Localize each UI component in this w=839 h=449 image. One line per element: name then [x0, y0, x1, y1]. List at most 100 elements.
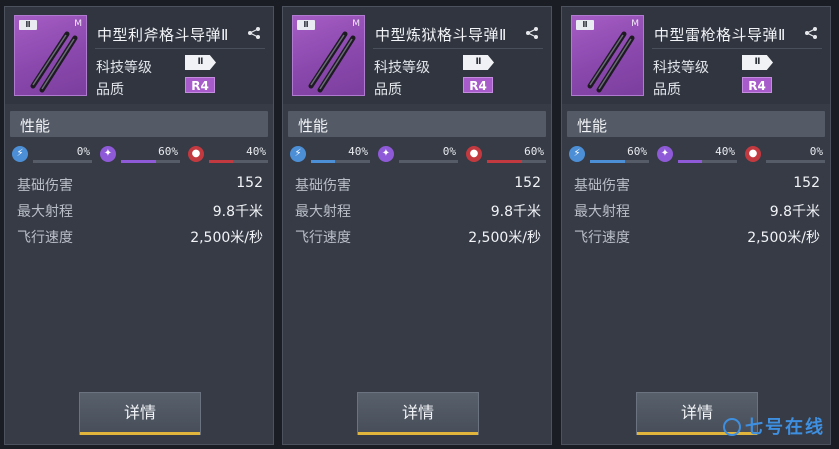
- missile-card: Ⅱ M 中型利斧格斗导弹Ⅱ 科技等级 Ⅱ 品质 R4 性能 ⚡ 0% ✦ 60%…: [4, 6, 274, 445]
- stat-value-range: 9.8千米: [490, 204, 541, 220]
- quality-badge: R4: [185, 77, 215, 93]
- blood-icon: ●: [188, 146, 204, 162]
- blood-icon: ●: [745, 146, 761, 162]
- damage-bar-fill: [311, 160, 335, 163]
- damage-bar-fill: [590, 160, 626, 163]
- missile-title: 中型利斧格斗导弹Ⅱ: [97, 26, 229, 44]
- damage-bar-track: [590, 160, 649, 163]
- card-header: Ⅱ M 中型炼狱格斗导弹Ⅱ 科技等级 Ⅱ 品质 R4: [283, 7, 551, 104]
- damage-bar-track: [487, 160, 546, 163]
- damage-blood: ● 0%: [745, 145, 825, 165]
- missile-icon: [30, 31, 78, 93]
- quality-label: 品质: [96, 82, 124, 98]
- damage-percent: 0%: [442, 145, 456, 158]
- stat-value-damage: 152: [793, 175, 820, 191]
- section-header: 性能: [10, 111, 268, 137]
- stat-value-speed: 2,500米/秒: [747, 230, 820, 246]
- tech-level-label: 科技等级: [374, 60, 430, 76]
- header-divider: [95, 48, 265, 49]
- stat-value-speed: 2,500米/秒: [190, 230, 263, 246]
- damage-bar-track: [121, 160, 180, 163]
- quality-label: 品质: [653, 82, 681, 98]
- lightning-icon: ⚡: [290, 146, 306, 162]
- details-button[interactable]: 详情: [79, 392, 201, 435]
- damage-fire: ✦ 60%: [100, 145, 180, 165]
- share-icon[interactable]: [525, 26, 539, 40]
- fire-icon: ✦: [378, 146, 394, 162]
- damage-percent: 40%: [715, 145, 735, 158]
- damage-percent: 40%: [348, 145, 368, 158]
- stat-label-speed: 飞行速度: [574, 230, 630, 246]
- lightning-icon: ⚡: [569, 146, 585, 162]
- stat-label-damage: 基础伤害: [295, 178, 351, 194]
- damage-bar-fill: [121, 160, 157, 163]
- header-divider: [373, 48, 543, 49]
- missile-card-list: Ⅱ M 中型利斧格斗导弹Ⅱ 科技等级 Ⅱ 品质 R4 性能 ⚡ 0% ✦ 60%…: [0, 0, 839, 449]
- stat-label-damage: 基础伤害: [17, 178, 73, 194]
- section-title: 性能: [298, 117, 329, 135]
- quality-badge: R4: [742, 77, 772, 93]
- damage-bar-track: [33, 160, 92, 163]
- missile-thumbnail: Ⅱ M: [292, 15, 365, 96]
- tech-level-badge: Ⅱ: [742, 55, 773, 70]
- lightning-icon: ⚡: [12, 146, 28, 162]
- damage-bar-track: [311, 160, 370, 163]
- missile-card: Ⅱ M 中型炼狱格斗导弹Ⅱ 科技等级 Ⅱ 品质 R4 性能 ⚡ 40% ✦ 0%…: [282, 6, 552, 445]
- section-header: 性能: [567, 111, 825, 137]
- missile-icon: [587, 31, 635, 93]
- watermark: 七号在线: [723, 413, 825, 439]
- stat-label-range: 最大射程: [574, 204, 630, 220]
- fire-icon: ✦: [657, 146, 673, 162]
- quality-badge: R4: [463, 77, 493, 93]
- damage-fire: ✦ 0%: [378, 145, 458, 165]
- card-header: Ⅱ M 中型雷枪格斗导弹Ⅱ 科技等级 Ⅱ 品质 R4: [562, 7, 830, 104]
- missile-title: 中型雷枪格斗导弹Ⅱ: [654, 26, 786, 44]
- damage-lightning: ⚡ 40%: [290, 145, 370, 165]
- stat-label-range: 最大射程: [17, 204, 73, 220]
- missile-icon: [308, 31, 356, 93]
- missile-thumbnail: Ⅱ M: [14, 15, 87, 96]
- blood-icon: ●: [466, 146, 482, 162]
- damage-blood: ● 60%: [466, 145, 546, 165]
- stat-label-speed: 飞行速度: [17, 230, 73, 246]
- stat-label-damage: 基础伤害: [574, 178, 630, 194]
- watermark-logo-icon: [723, 418, 741, 436]
- tech-level-label: 科技等级: [653, 60, 709, 76]
- damage-bar-track: [766, 160, 825, 163]
- damage-blood: ● 40%: [188, 145, 268, 165]
- details-button[interactable]: 详情: [357, 392, 479, 435]
- damage-lightning: ⚡ 60%: [569, 145, 649, 165]
- damage-bar-track: [399, 160, 458, 163]
- section-title: 性能: [577, 117, 608, 135]
- damage-percent: 60%: [158, 145, 178, 158]
- stat-value-range: 9.8千米: [212, 204, 263, 220]
- damage-lightning: ⚡ 0%: [12, 145, 92, 165]
- tech-level-label: 科技等级: [96, 60, 152, 76]
- share-icon[interactable]: [247, 26, 261, 40]
- damage-percent: 60%: [524, 145, 544, 158]
- header-divider: [652, 48, 822, 49]
- stat-label-range: 最大射程: [295, 204, 351, 220]
- missile-card: Ⅱ M 中型雷枪格斗导弹Ⅱ 科技等级 Ⅱ 品质 R4 性能 ⚡ 60% ✦ 40…: [561, 6, 831, 445]
- watermark-text: 七号在线: [745, 417, 825, 438]
- damage-bar-track: [209, 160, 268, 163]
- share-icon[interactable]: [804, 26, 818, 40]
- stat-value-speed: 2,500米/秒: [468, 230, 541, 246]
- missile-title: 中型炼狱格斗导弹Ⅱ: [375, 26, 507, 44]
- damage-fire: ✦ 40%: [657, 145, 737, 165]
- damage-percent: 60%: [627, 145, 647, 158]
- quality-label: 品质: [374, 82, 402, 98]
- section-title: 性能: [20, 117, 51, 135]
- missile-thumbnail: Ⅱ M: [571, 15, 644, 96]
- tech-level-badge: Ⅱ: [463, 55, 494, 70]
- tech-level-badge: Ⅱ: [185, 55, 216, 70]
- damage-percent: 0%: [809, 145, 823, 158]
- damage-percent: 0%: [76, 145, 90, 158]
- stat-value-range: 9.8千米: [769, 204, 820, 220]
- section-header: 性能: [288, 111, 546, 137]
- damage-bar-fill: [678, 160, 702, 163]
- damage-bar-fill: [487, 160, 523, 163]
- stat-value-damage: 152: [236, 175, 263, 191]
- damage-percent: 40%: [246, 145, 266, 158]
- fire-icon: ✦: [100, 146, 116, 162]
